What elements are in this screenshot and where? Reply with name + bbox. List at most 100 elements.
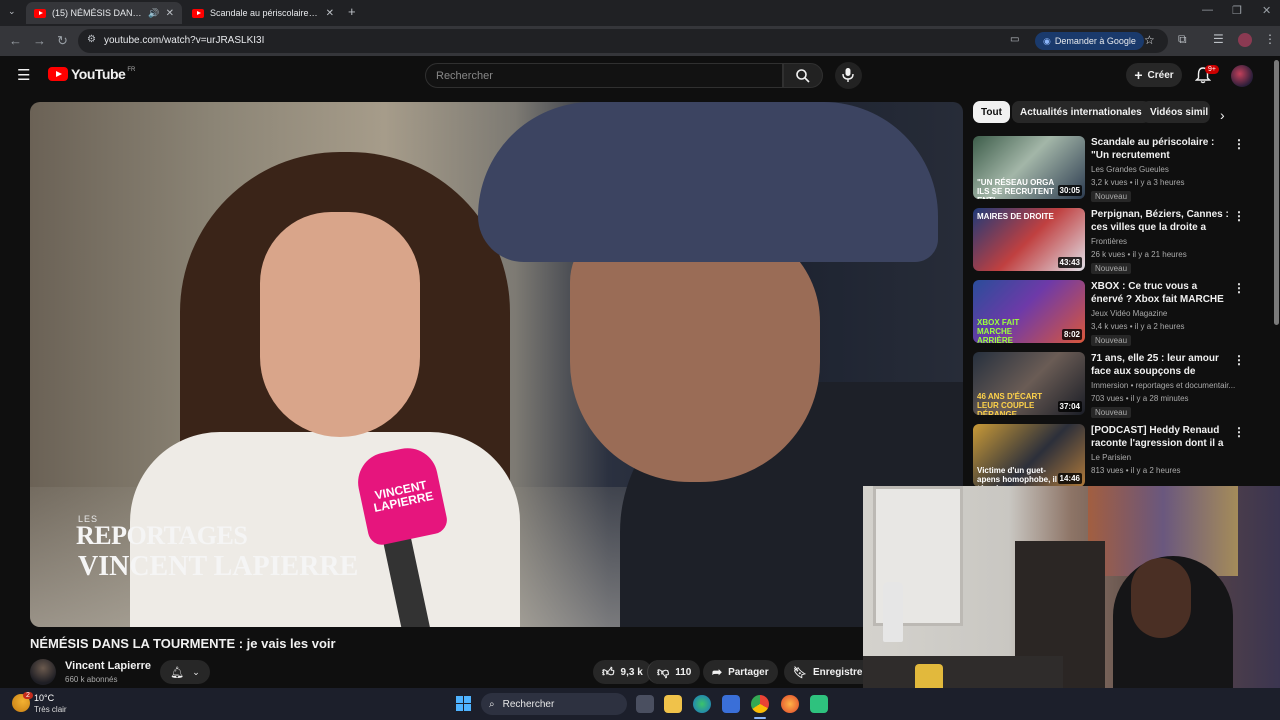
store-icon[interactable] (722, 695, 740, 713)
windows-taskbar: 2 10°C Très clair ⌕ Rechercher (0, 688, 1280, 720)
account-avatar[interactable] (1231, 65, 1253, 87)
hamburger-menu-icon[interactable]: ☰ (17, 66, 30, 84)
youtube-favicon-icon (34, 8, 46, 18)
file-explorer-icon[interactable] (664, 695, 682, 713)
recommendation-title: Scandale au périscolaire : "Un recruteme… (1091, 137, 1215, 161)
restore-icon[interactable]: ❐ (1232, 4, 1242, 17)
bookmark-star-icon[interactable]: ☆ (1144, 33, 1155, 47)
recommendation-meta: 703 vues • il y a 28 minutes (1091, 394, 1189, 403)
search-button[interactable] (783, 63, 823, 88)
url-text: youtube.com/watch?v=urJRASLKI3I (104, 35, 265, 46)
new-badge: Nouveau (1091, 407, 1132, 418)
video-thumbnail[interactable]: MAIRES DE DROITE 43:43 (973, 208, 1085, 271)
chrome-icon[interactable] (751, 695, 769, 713)
weather-condition: Très clair (34, 705, 67, 714)
youtube-logo[interactable]: YouTube FR (48, 66, 135, 82)
video-duration: 8:02 (1061, 329, 1082, 340)
more-options-icon[interactable]: ⋮ (1233, 137, 1245, 151)
thumbnail-caption: XBOX FAIT MARCHE ARRIÈRE (977, 318, 1020, 343)
reload-icon[interactable]: ↻ (57, 33, 68, 49)
video-overlay-line2: VINCENT LAPIERRE (78, 551, 359, 582)
video-player[interactable]: VINCENT LAPIERRE LES REPORTAGES VINCENT … (30, 102, 963, 627)
tab-search-chevron-icon[interactable]: ⌄ (8, 6, 16, 17)
bell-icon: 🔔︎ (170, 666, 185, 679)
speaker-icon[interactable]: 🔊 (148, 8, 159, 19)
more-options-icon[interactable]: ⋮ (1233, 353, 1245, 367)
create-button[interactable]: + Créer (1126, 63, 1182, 87)
video-thumbnail[interactable]: XBOX FAIT MARCHE ARRIÈRE 8:02 (973, 280, 1085, 343)
recommendation-title: [PODCAST] Heddy Renaud raconte l'agressi… (1091, 425, 1224, 449)
video-thumbnail[interactable]: 46 ANS D'ÉCART LEUR COUPLE DÉRANGE 37:04 (973, 352, 1085, 415)
cast-icon[interactable]: ▭ (1010, 34, 1019, 45)
like-button[interactable]: 👍︎ 9,3 k (593, 660, 652, 684)
search-input[interactable]: Rechercher (425, 63, 783, 88)
recommendation-item[interactable]: 46 ANS D'ÉCART LEUR COUPLE DÉRANGE 37:04… (973, 352, 1245, 420)
chip-all[interactable]: Tout (973, 101, 1010, 123)
share-button[interactable]: ➦ Partager (703, 660, 778, 684)
extensions-icon[interactable]: ⧉ (1178, 32, 1187, 47)
video-thumbnail[interactable]: "UN RÉSEAU ORGA ILS SE RECRUTENT ENTI 30… (973, 136, 1085, 199)
video-person-face (260, 212, 420, 437)
chips-next-arrow-icon[interactable]: › (1220, 107, 1225, 123)
subscription-bell-button[interactable]: 🔔︎ ⌄ (160, 660, 210, 684)
dislike-button[interactable]: 👎︎ 110 (647, 660, 701, 684)
chip-similar-videos[interactable]: Vidéos simil (1142, 101, 1210, 123)
video-duration: 37:04 (1057, 401, 1082, 412)
taskbar-search[interactable]: ⌕ Rechercher (481, 693, 627, 715)
recommendation-item[interactable]: MAIRES DE DROITE 43:43 Perpignan, Bézier… (973, 208, 1245, 276)
close-window-icon[interactable]: ✕ (1262, 4, 1271, 17)
recommendation-item[interactable]: "UN RÉSEAU ORGA ILS SE RECRUTENT ENTI 30… (973, 136, 1245, 204)
video-duration: 43:43 (1057, 257, 1082, 268)
xbox-app-icon[interactable] (810, 695, 828, 713)
recommendation-meta: 813 vues • il y a 2 heures (1091, 466, 1181, 475)
channel-avatar[interactable] (30, 659, 56, 685)
weather-temperature: 10°C (34, 693, 55, 703)
windows-start-icon[interactable] (456, 696, 472, 712)
recommendation-title: XBOX : Ce truc vous a énervé ? Xbox fait… (1091, 281, 1224, 305)
recommendation-channel: Jeux Vidéo Magazine (1091, 309, 1168, 318)
back-arrow-icon[interactable]: ← (9, 33, 22, 48)
video-duration: 14:46 (1057, 473, 1082, 484)
logo-text: YouTube (71, 66, 126, 82)
chip-international-news[interactable]: Actualités internationales (1012, 101, 1150, 123)
chrome-active-indicator (754, 717, 766, 719)
search-icon: ⌕ (489, 698, 495, 710)
new-tab-plus-icon[interactable]: + (348, 4, 356, 19)
video-thumbnail[interactable]: Victime d'un guet-apens homophobe, il té… (973, 424, 1085, 487)
save-button[interactable]: 🔖︎ Enregistrer (784, 660, 876, 684)
notification-badge: 9+ (1205, 65, 1219, 74)
task-view-icon[interactable] (636, 695, 654, 713)
tab-active[interactable]: (15) NÉMÉSIS DANS LA TOURMENTE 🔊 ✕ (26, 2, 182, 24)
browser-menu-icon[interactable]: ⋮ (1264, 32, 1276, 46)
site-info-icon[interactable]: ⚙ (87, 34, 96, 45)
forward-arrow-icon[interactable]: → (33, 33, 46, 48)
youtube-favicon-icon (192, 8, 204, 18)
youtube-play-icon (48, 67, 68, 81)
more-options-icon[interactable]: ⋮ (1233, 209, 1245, 223)
close-tab-icon[interactable]: ✕ (326, 8, 334, 19)
edge-icon[interactable] (693, 695, 711, 713)
tab-inactive[interactable]: Scandale au périscolaire : "Un recruteme… (184, 2, 342, 24)
save-label: Enregistrer (812, 666, 867, 678)
profile-avatar[interactable] (1238, 33, 1252, 47)
firefox-icon[interactable] (781, 695, 799, 713)
thumbnail-caption: 46 ANS D'ÉCART LEUR COUPLE DÉRANGE (977, 392, 1043, 415)
recommendation-item[interactable]: Victime d'un guet-apens homophobe, il té… (973, 424, 1245, 492)
page-scrollbar[interactable] (1274, 60, 1279, 325)
voice-search-button[interactable] (835, 62, 862, 89)
video-duration: 30:05 (1057, 185, 1082, 196)
close-tab-icon[interactable]: ✕ (166, 8, 174, 19)
channel-name[interactable]: Vincent Lapierre (65, 660, 151, 672)
recommendation-item[interactable]: XBOX FAIT MARCHE ARRIÈRE 8:02 XBOX : Ce … (973, 280, 1245, 348)
address-bar[interactable]: ⚙ youtube.com/watch?v=urJRASLKI3I ▭ ◉ De… (78, 29, 1168, 53)
new-badge: Nouveau (1091, 263, 1132, 274)
thumbs-down-icon: 👎︎ (657, 664, 670, 679)
ask-google-button[interactable]: ◉ Demander à Google (1035, 32, 1144, 50)
thumbnail-caption: MAIRES DE DROITE (977, 212, 1054, 221)
thumbs-up-icon: 👍︎ (602, 664, 615, 679)
minimize-icon[interactable]: — (1202, 4, 1213, 16)
more-options-icon[interactable]: ⋮ (1233, 425, 1245, 439)
webcam-spray-bottle (883, 582, 903, 642)
tab-groups-icon[interactable]: ☰ (1213, 32, 1224, 46)
more-options-icon[interactable]: ⋮ (1233, 281, 1245, 295)
